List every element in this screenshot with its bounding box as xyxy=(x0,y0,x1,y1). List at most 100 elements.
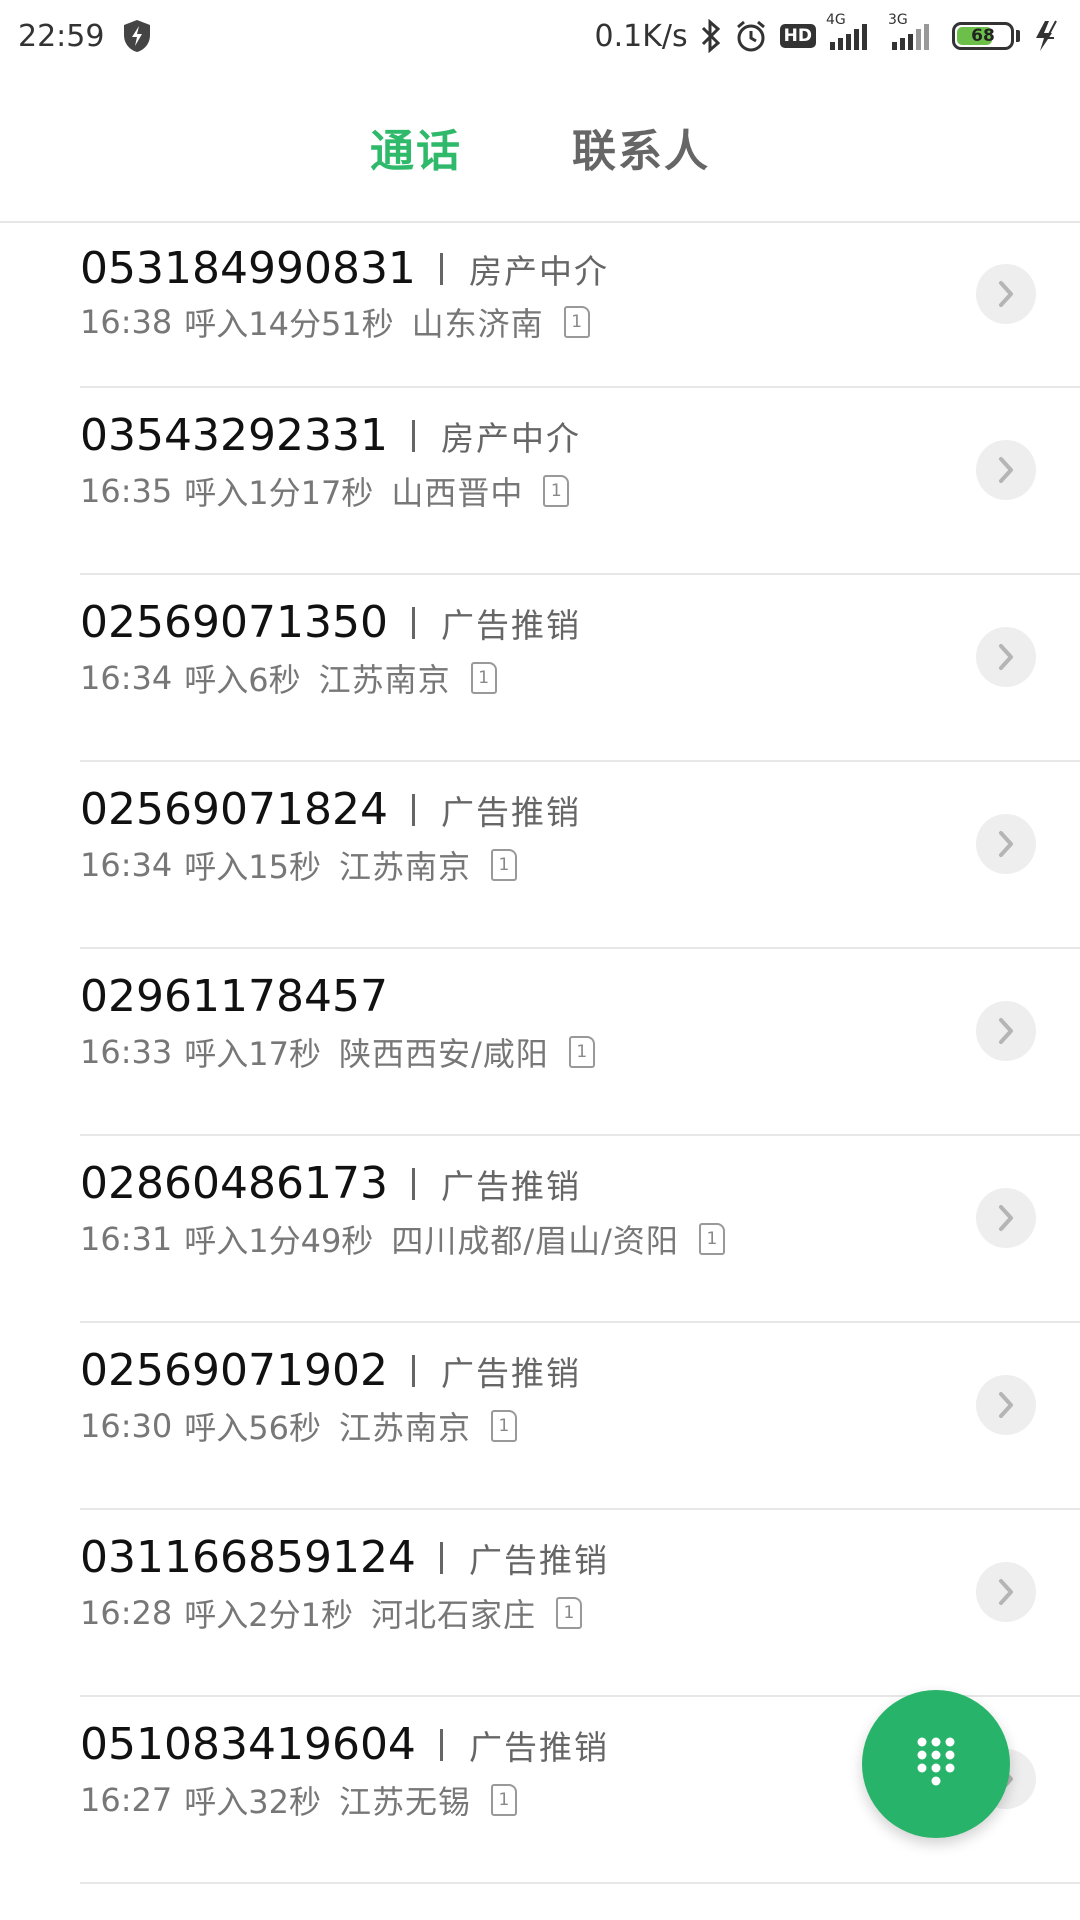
tab-bar: 通话 联系人 xyxy=(0,72,1080,223)
sim-card-icon: 1 xyxy=(563,306,590,338)
call-direction-duration: 呼入14分51秒 xyxy=(184,305,394,343)
chevron-right-icon xyxy=(999,281,1013,307)
call-location: 江苏南京 xyxy=(318,661,451,699)
signal-bars-icon: 4G xyxy=(826,12,878,52)
call-tag: 广告推销 xyxy=(468,1727,609,1767)
call-number: 02569071824 xyxy=(80,784,388,835)
signal-bars-secondary-icon: 3G xyxy=(888,12,940,52)
call-location: 四川成都/眉山/资阳 xyxy=(391,1222,679,1260)
call-time: 16:38 xyxy=(80,303,173,341)
tab-contacts[interactable]: 联系人 xyxy=(572,115,710,179)
call-log-row[interactable]: 031166859124 广告推销 16:28 呼入2分1秒 河北石家庄 1 xyxy=(80,1510,1080,1697)
dialpad-button[interactable] xyxy=(862,1690,1010,1838)
call-location: 山西晋中 xyxy=(391,474,524,512)
call-tag: 广告推销 xyxy=(440,1353,581,1393)
call-number: 02860486173 xyxy=(80,1158,388,1209)
call-detail-button[interactable] xyxy=(976,1188,1036,1248)
sim-card-icon: 1 xyxy=(470,662,497,694)
call-direction-duration: 呼入6秒 xyxy=(184,661,301,699)
call-tag: 广告推销 xyxy=(440,605,581,645)
call-log-list: 053184990831 房产中介 16:38 呼入14分51秒 山东济南 1 035432… xyxy=(0,223,1080,1920)
call-direction-duration: 呼入1分49秒 xyxy=(184,1222,374,1260)
call-direction-duration: 呼入2分1秒 xyxy=(184,1596,353,1634)
tag-divider xyxy=(439,1541,443,1574)
call-number: 053184990831 xyxy=(80,243,416,294)
sim-card-icon: 1 xyxy=(698,1223,725,1255)
call-number: 02569071902 xyxy=(80,1345,388,1396)
call-detail-button[interactable] xyxy=(976,1001,1036,1061)
call-time: 16:35 xyxy=(80,472,173,510)
alarm-clock-icon xyxy=(734,19,768,53)
charging-bolt-icon xyxy=(1032,19,1062,53)
call-time: 16:31 xyxy=(80,1220,173,1258)
call-detail-button[interactable] xyxy=(976,264,1036,324)
call-tag: 房产中介 xyxy=(440,418,581,458)
tag-divider xyxy=(411,1167,415,1200)
call-log-row[interactable]: 03543292331 房产中介 16:35 呼入1分17秒 山西晋中 1 xyxy=(80,388,1080,575)
hd-badge: HD xyxy=(779,24,816,48)
sim-card-icon: 1 xyxy=(543,475,570,507)
call-time: 16:27 xyxy=(80,1781,173,1819)
shield-bolt-icon xyxy=(122,19,152,53)
call-number: 051083419604 xyxy=(80,1719,416,1770)
chevron-right-icon xyxy=(999,457,1013,483)
tag-divider xyxy=(411,606,415,639)
call-location: 河北石家庄 xyxy=(370,1596,536,1634)
call-number: 031166859124 xyxy=(80,1532,416,1583)
chevron-right-icon xyxy=(999,1018,1013,1044)
call-log-row[interactable]: 053184990831 房产中介 16:38 呼入14分51秒 山东济南 1 xyxy=(80,223,1080,388)
call-log-row[interactable]: 02961178457 16:33 呼入17秒 陕西西安/咸阳 1 xyxy=(80,949,1080,1136)
call-tag: 房产中介 xyxy=(468,251,609,291)
call-tag: 广告推销 xyxy=(440,1166,581,1206)
call-direction-duration: 呼入17秒 xyxy=(184,1035,321,1073)
call-detail-button[interactable] xyxy=(976,814,1036,874)
call-log-row[interactable]: 02569071350 广告推销 16:34 呼入6秒 江苏南京 1 xyxy=(80,575,1080,762)
sim-card-icon: 1 xyxy=(490,1784,517,1816)
call-location: 江苏南京 xyxy=(338,1409,471,1447)
call-direction-duration: 呼入32秒 xyxy=(184,1783,321,1821)
call-time: 16:34 xyxy=(80,846,173,884)
tab-calls[interactable]: 通话 xyxy=(370,115,462,179)
call-time: 16:28 xyxy=(80,1594,173,1632)
sim-card-icon: 1 xyxy=(490,849,517,881)
bluetooth-icon xyxy=(700,19,722,53)
call-log-screen: 22:59 0.1K/s HD 4G 3G 68 通话 联系人 05318499… xyxy=(0,0,1080,1920)
call-time: 16:34 xyxy=(80,659,173,697)
call-direction-duration: 呼入15秒 xyxy=(184,848,321,886)
network-speed: 0.1K/s xyxy=(594,18,688,54)
chevron-right-icon xyxy=(999,644,1013,670)
call-location: 陕西西安/咸阳 xyxy=(338,1035,549,1073)
call-tag: 广告推销 xyxy=(468,1540,609,1580)
call-number: 02961178457 xyxy=(80,971,388,1022)
battery-icon: 68 xyxy=(952,22,1014,50)
chevron-right-icon xyxy=(999,1392,1013,1418)
dialpad-icon xyxy=(914,1736,958,1792)
call-time: 16:30 xyxy=(80,1407,173,1445)
tag-divider xyxy=(411,793,415,826)
call-location: 江苏无锡 xyxy=(338,1783,471,1821)
chevron-right-icon xyxy=(999,831,1013,857)
call-detail-button[interactable] xyxy=(976,627,1036,687)
call-tag: 广告推销 xyxy=(440,792,581,832)
call-direction-duration: 呼入56秒 xyxy=(184,1409,321,1447)
status-bar: 22:59 0.1K/s HD 4G 3G 68 xyxy=(0,0,1080,72)
call-detail-button[interactable] xyxy=(976,1562,1036,1622)
call-location: 江苏南京 xyxy=(338,848,471,886)
call-number: 03543292331 xyxy=(80,410,388,461)
call-log-row[interactable]: 02860486173 广告推销 16:31 呼入1分49秒 四川成都/眉山/资阳 1 xyxy=(80,1136,1080,1323)
tag-divider xyxy=(411,419,415,452)
call-log-row[interactable]: 02569071902 广告推销 16:30 呼入56秒 江苏南京 1 xyxy=(80,1323,1080,1510)
call-detail-button[interactable] xyxy=(976,1375,1036,1435)
call-detail-button[interactable] xyxy=(976,440,1036,500)
sim-card-icon: 1 xyxy=(568,1036,595,1068)
call-number: 02569071350 xyxy=(80,597,388,648)
chevron-right-icon xyxy=(999,1579,1013,1605)
tag-divider xyxy=(411,1354,415,1387)
call-log-row[interactable]: 02569071824 广告推销 16:34 呼入15秒 江苏南京 1 xyxy=(80,762,1080,949)
tag-divider xyxy=(439,252,443,285)
call-time: 16:33 xyxy=(80,1033,173,1071)
sim-card-icon: 1 xyxy=(555,1597,582,1629)
call-location: 山东济南 xyxy=(411,305,544,343)
sim-card-icon: 1 xyxy=(490,1410,517,1442)
status-time: 22:59 xyxy=(18,18,105,54)
